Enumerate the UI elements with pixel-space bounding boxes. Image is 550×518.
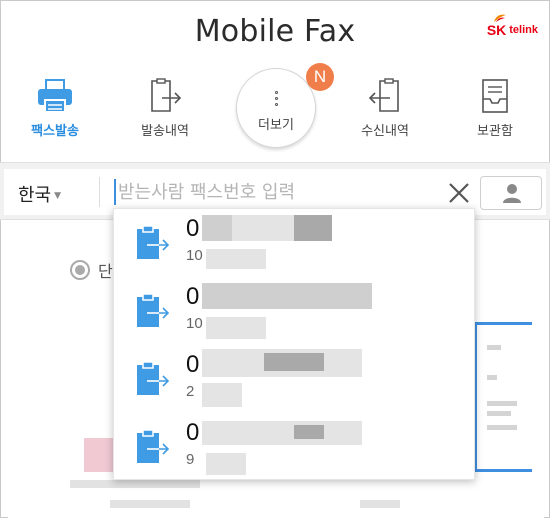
fax-number: 0 — [186, 215, 200, 242]
blurred-text — [70, 480, 200, 488]
sent-fax-icon — [137, 361, 170, 395]
sent-fax-icon — [137, 293, 170, 327]
tab-more[interactable]: 더보기 — [236, 68, 316, 148]
sk-butterfly-icon — [493, 14, 506, 22]
tab-sent-history[interactable]: 발송내역 — [110, 68, 220, 148]
tab-label: 보관함 — [477, 124, 513, 139]
country-label: 한국 — [18, 185, 52, 206]
redacted-block — [264, 353, 324, 371]
country-selector[interactable]: 한국 ▼ — [18, 181, 61, 207]
tab-label: 수신내역 — [361, 124, 409, 139]
app-title: Mobile Fax — [194, 14, 356, 49]
fax-machine-icon — [38, 79, 72, 113]
sk-telink-logo: SK telink — [486, 14, 538, 38]
fax-subtext: 10 — [186, 315, 203, 332]
fax-subtext: 2 — [186, 383, 195, 400]
text-cursor — [114, 179, 116, 205]
tab-label: 팩스발송 — [31, 124, 79, 139]
fax-subtext: 10 — [186, 247, 203, 264]
fax-number: 0 — [186, 283, 200, 310]
recent-number-item[interactable]: 0 2 — [114, 345, 476, 413]
tab-label: 발송내역 — [141, 124, 189, 139]
redacted-block — [206, 453, 246, 475]
blurred-avatar — [84, 438, 114, 472]
brand-telink: telink — [509, 24, 538, 36]
more-vertical-icon — [237, 91, 315, 106]
sent-fax-icon — [137, 429, 170, 463]
new-badge: N — [306, 63, 334, 91]
fax-number-input[interactable] — [118, 177, 438, 207]
redacted-block — [206, 249, 266, 269]
radio-label: 단 — [98, 262, 113, 281]
tab-archive[interactable]: 보관함 — [440, 68, 550, 148]
tab-label: 더보기 — [258, 118, 294, 133]
blurred-text — [360, 500, 400, 508]
tab-received-history[interactable]: 수신내역 — [330, 68, 440, 148]
sent-history-icon — [151, 78, 182, 112]
redacted-block — [202, 215, 232, 241]
fax-number: 0 — [186, 419, 200, 446]
fax-subtext: 9 — [186, 451, 195, 468]
redacted-block — [202, 383, 242, 407]
recent-number-dropdown: 0 10 0 10 0 2 0 9 — [113, 208, 475, 480]
contacts-button[interactable] — [480, 176, 542, 210]
person-icon — [503, 184, 521, 203]
caret-down-icon: ▼ — [54, 191, 62, 201]
received-history-icon — [368, 78, 399, 112]
fax-number: 0 — [186, 351, 200, 378]
radio-button[interactable] — [70, 260, 90, 280]
redacted-block — [206, 317, 266, 339]
recent-number-item[interactable]: 0 10 — [114, 209, 476, 277]
recent-number-item[interactable]: 0 9 — [114, 413, 476, 481]
brand-sk: SK — [486, 22, 507, 38]
tab-fax-send[interactable]: 팩스발송 — [0, 68, 110, 148]
archive-box-icon — [482, 79, 508, 113]
redacted-block — [294, 215, 332, 241]
redacted-block — [202, 421, 362, 445]
recent-number-item[interactable]: 0 10 — [114, 277, 476, 345]
redacted-block — [294, 425, 324, 439]
divider — [99, 177, 100, 207]
clear-icon[interactable] — [446, 180, 472, 206]
blurred-text — [110, 500, 190, 508]
sent-fax-icon — [137, 225, 170, 259]
redacted-block — [202, 283, 372, 309]
document-preview[interactable] — [474, 322, 532, 472]
